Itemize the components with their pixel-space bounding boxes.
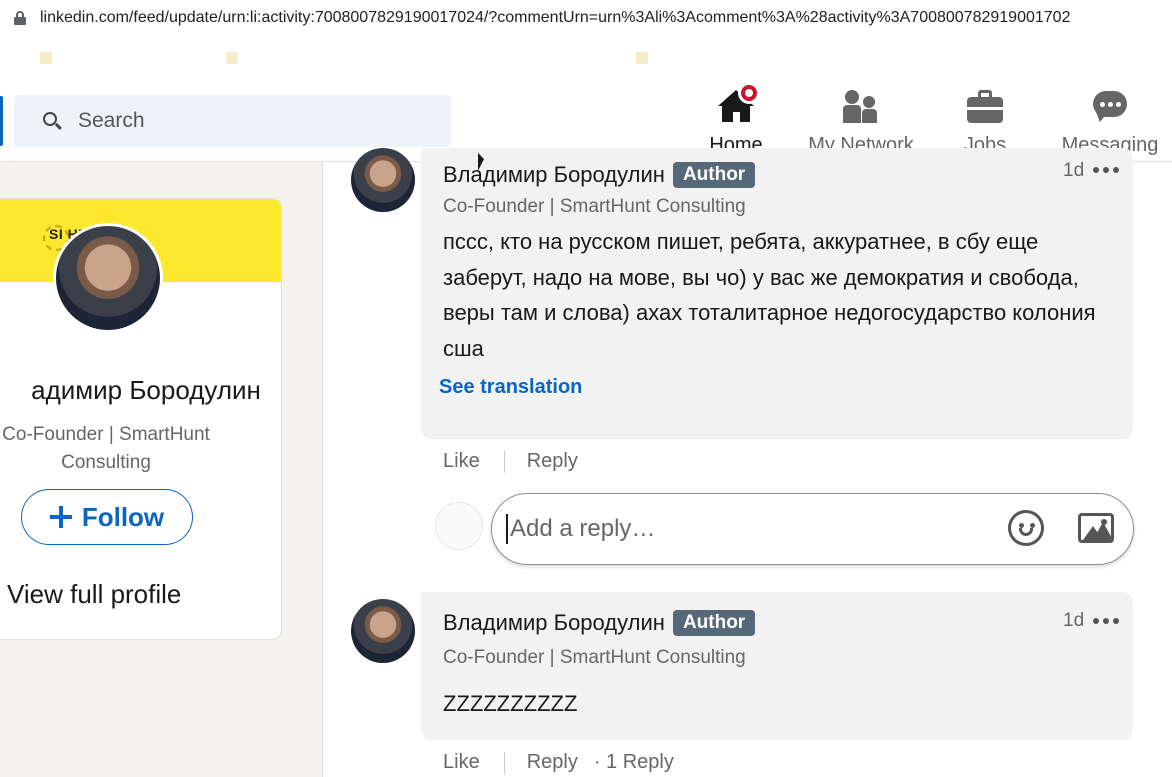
comment-text: пссс, кто на русском пишет, ребята, акку…: [443, 229, 1096, 361]
comment-text: ZZZZZZZZZZ: [443, 691, 578, 716]
comment-bubble: Владимир Бородулин Author Co-Founder | Sm…: [421, 592, 1133, 740]
comments-feed: Владимир Бородулин Author Co-Founder | Sm…: [322, 148, 1172, 777]
linkedin-logo-edge[interactable]: [0, 96, 3, 146]
comment-timestamp: 1d: [1063, 610, 1085, 631]
profile-headline: Co-Founder | SmartHunt Consulting: [2, 424, 210, 473]
comment-author[interactable]: Владимир Бородулин Author: [443, 162, 756, 188]
comment-author[interactable]: Владимир Бородулин Author: [443, 610, 756, 636]
comment-author-headline: Co-Founder | SmartHunt Consulting: [443, 196, 746, 217]
profile-photo[interactable]: [53, 223, 163, 333]
bookmark-favicon: [226, 52, 238, 64]
like-button[interactable]: Like: [443, 450, 480, 473]
reply-input-box[interactable]: [491, 493, 1134, 565]
search-input[interactable]: [78, 109, 408, 133]
comment-actions: Like Reply · 1 Reply: [443, 751, 674, 774]
plus-icon: [49, 506, 72, 528]
search-icon: [42, 111, 62, 131]
more-options-icon[interactable]: [1093, 618, 1119, 626]
emoji-icon[interactable]: [1008, 510, 1044, 546]
like-button[interactable]: Like: [443, 751, 480, 774]
more-options-icon[interactable]: [1093, 167, 1119, 175]
commenter-avatar[interactable]: [351, 148, 415, 212]
view-full-profile-link[interactable]: View full profile: [7, 579, 181, 610]
notification-dot: [738, 82, 760, 104]
search-bar[interactable]: [14, 95, 451, 147]
profile-name[interactable]: адимир Бородулин: [0, 375, 281, 406]
bookmark-favicon: [40, 52, 52, 64]
comment-author-headline: Co-Founder | SmartHunt Consulting: [443, 647, 746, 668]
bookmarks-bar: [0, 36, 1172, 80]
chat-bubble-icon: [1090, 88, 1130, 126]
reply-button[interactable]: Reply: [527, 751, 578, 774]
comment-actions: Like Reply: [443, 450, 578, 473]
url-text[interactable]: linkedin.com/feed/update/urn:li:activity…: [40, 9, 1070, 27]
author-badge: Author: [672, 162, 756, 188]
author-badge: Author: [672, 610, 756, 636]
viewer-avatar: [435, 502, 483, 550]
action-divider: [503, 450, 505, 473]
bookmark-favicon: [636, 52, 648, 64]
people-icon: [841, 88, 881, 126]
follow-button[interactable]: Follow: [21, 489, 193, 545]
see-translation-link[interactable]: See translation: [439, 376, 582, 399]
action-divider: [503, 751, 505, 774]
comment-bubble: Владимир Бородулин Author Co-Founder | Sm…: [421, 148, 1133, 439]
image-icon[interactable]: [1078, 513, 1114, 543]
browser-address-bar[interactable]: linkedin.com/feed/update/urn:li:activity…: [0, 0, 1172, 36]
reply-input[interactable]: [508, 515, 988, 543]
home-icon: [716, 82, 760, 126]
comment-timestamp: 1d: [1063, 160, 1085, 181]
view-replies-link[interactable]: · 1 Reply: [594, 751, 674, 774]
follow-button-label: Follow: [81, 501, 165, 532]
briefcase-icon: [965, 88, 1005, 126]
mouse-cursor: [478, 152, 484, 174]
author-profile-card: SI HUNTNG адимир Бородулин Co-Founder | …: [0, 198, 282, 640]
commenter-avatar[interactable]: [351, 599, 415, 663]
reply-button[interactable]: Reply: [527, 450, 578, 473]
lock-icon: [14, 11, 26, 25]
